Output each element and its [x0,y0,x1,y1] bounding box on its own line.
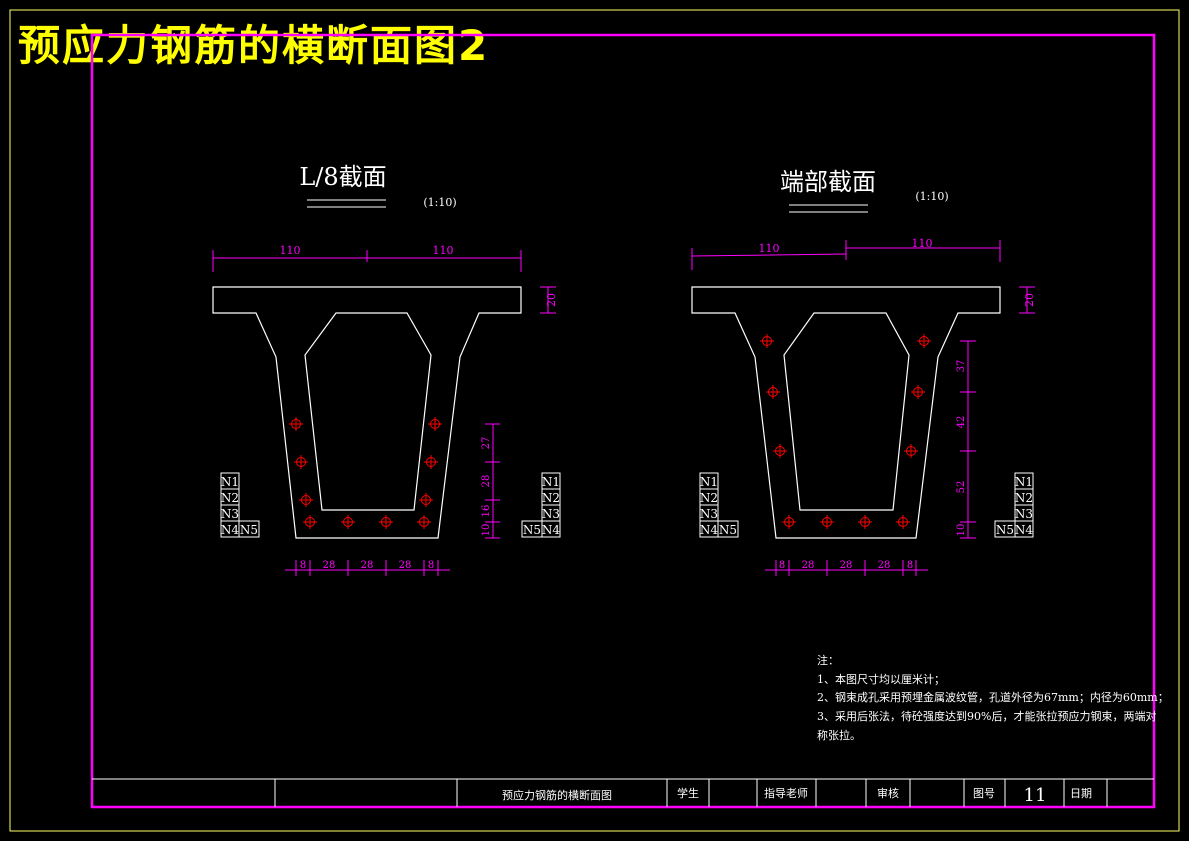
left-girder-void [304,312,432,511]
left-vdim-1: 27 [481,437,492,450]
right-rtag-n3: N3 [1015,507,1033,521]
left-tendon-marker [424,455,438,469]
left-tendon-marker [428,417,442,431]
right-tendon-marker [820,515,834,529]
right-girder-outline [691,286,1001,539]
right-tendon-marker [911,385,925,399]
right-tendon-marker [773,444,787,458]
left-top-dimension [212,250,522,272]
title-block-drawing-name: 预应力钢筋的横断面图 [502,788,612,802]
cad-drawing-canvas: L/8截面 (1:10) 110 110 20 27 28 16 10 8 28… [9,9,1180,832]
title-block-advisor-label: 指导老师 [764,786,808,800]
right-tendon-marker [782,515,796,529]
right-vdim-3: 52 [956,481,967,494]
right-hdim-1: 8 [779,560,785,571]
left-hdim-4: 28 [399,560,412,571]
left-rtag-n1: N1 [542,475,560,489]
left-vdim-2: 28 [481,475,492,488]
right-top-dimension [691,240,1001,270]
right-tendon-marker [904,444,918,458]
title-block-student-label: 学生 [677,786,699,800]
right-hdim-4: 28 [878,560,891,571]
left-rtag-n3: N3 [542,507,560,521]
right-vdim-2: 42 [956,416,967,429]
right-tag-n4: N4 [700,523,719,537]
left-tag-n5: N5 [240,523,258,537]
left-tendon-marker [341,515,355,529]
left-vdim-4: 10 [481,524,492,537]
left-top-dim-1: 110 [280,244,301,257]
right-tag-n5: N5 [719,523,737,537]
right-vdim-1: 37 [956,360,967,373]
right-tendon-marker [896,515,910,529]
left-tendon-marker [294,455,308,469]
left-tag-n3: N3 [221,507,239,521]
notes-line-4: 称张拉。 [817,728,861,742]
left-hdim-2: 28 [323,560,336,571]
left-rtag-n5: N5 [523,523,541,537]
right-hdim-3: 28 [840,560,853,571]
right-tendons [760,334,931,529]
right-tag-n3: N3 [700,507,718,521]
title-block-drawing-no: 11 [1024,785,1047,806]
right-vdim-4: 10 [956,524,967,537]
left-tendon-marker [289,417,303,431]
left-hdim-1: 8 [300,560,306,571]
right-rtag-n5: N5 [996,523,1014,537]
left-section: L/8截面 (1:10) 110 110 20 27 28 16 10 8 28… [212,163,561,576]
right-tendon-marker [917,334,931,348]
left-rtag-n4: N4 [542,523,561,537]
title-block-drawing-no-label: 图号 [973,787,995,800]
left-section-scale: (1:10) [423,196,456,209]
right-hdim-2: 28 [802,560,815,571]
right-tendon-marker [766,385,780,399]
title-block-date-label: 日期 [1070,787,1092,800]
left-rtag-n2: N2 [542,491,560,505]
title-block-review-label: 审核 [877,786,899,800]
left-hdim-5: 8 [428,560,434,571]
left-hdim-3: 28 [361,560,374,571]
left-tag-n4: N4 [221,523,240,537]
right-tendon-marker [858,515,872,529]
right-top-dim-2: 110 [912,237,933,250]
right-rtag-n2: N2 [1015,491,1033,505]
left-tendons [289,417,442,529]
title-block: 预应力钢筋的横断面图 学生 指导老师 审核 图号 11 日期 [92,778,1154,807]
left-tendon-marker [299,493,313,507]
left-tendon-marker [379,515,393,529]
left-tag-n1: N1 [221,475,239,489]
right-hdim-5: 8 [907,560,913,571]
right-tendon-marker [760,334,774,348]
left-vdim-3: 16 [481,505,492,518]
left-top-dim-2: 110 [433,244,454,257]
left-tendon-marker [303,515,317,529]
right-section-scale: (1:10) [915,190,948,203]
notes-block: 注： 1、本图尺寸均以厘米计； 2、钢束成孔采用预埋金属波纹管，孔道外径为67m… [817,653,1169,742]
right-section: 端部截面 (1:10) 110 110 20 37 42 52 10 8 28 … [691,168,1036,576]
right-rtag-n4: N4 [1015,523,1034,537]
left-girder-outline [212,286,522,539]
left-section-title: L/8截面 [299,163,386,191]
notes-line-3: 3、采用后张法，待砼强度达到90%后，才能张拉预应力钢束，两端对 [817,709,1156,723]
right-rtag-n1: N1 [1015,475,1033,489]
right-girder-void [783,312,910,511]
left-tendon-marker [417,515,431,529]
notes-line-2: 2、钢束成孔采用预埋金属波纹管，孔道外径为67mm；内径为60mm； [817,690,1169,704]
notes-line-1: 1、本图尺寸均以厘米计； [817,672,945,686]
right-tag-n1: N1 [700,475,718,489]
right-flange-dim: 20 [1023,293,1036,307]
right-section-title: 端部截面 [780,168,876,196]
left-flange-dim: 20 [545,293,558,307]
left-tendon-marker [419,493,433,507]
left-tag-n2: N2 [221,491,239,505]
outer-border [9,9,1180,832]
right-tag-n2: N2 [700,491,718,505]
notes-heading: 注： [817,653,839,667]
right-top-dim-1: 110 [759,242,780,255]
